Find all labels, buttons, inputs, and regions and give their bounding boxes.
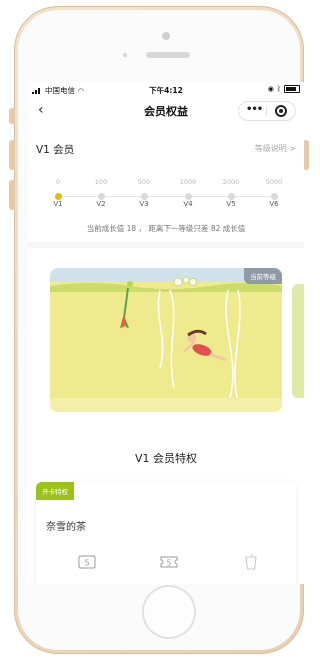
level-threshold: 100 [94,178,108,186]
level-name: V3 [139,200,149,208]
more-dots-icon[interactable]: ••• [246,104,263,115]
level-threshold: 2000 [222,178,240,186]
volume-up-button [9,140,15,170]
open-card-badge: 开卡特权 [36,482,74,500]
level-marker: 2000 V5 [211,178,251,208]
navigation-bar: ‹ 会员权益 ••• [28,98,304,122]
level-marker: 100 V2 [81,178,121,208]
level-progress: 0 V1 100 V2 500 V3 1000 V4 2000 V5 5000 V6 [28,178,304,218]
home-button[interactable] [142,585,196,639]
location-icon: ◉ [267,85,274,93]
level-name: V5 [226,200,236,208]
level-name: V6 [269,200,279,208]
app-screen: 中国电信 ◠ 下午4:12 ◉ ᛒ ‹ 会员权益 ••• V1 会员 等级说明 … [28,82,304,584]
member-level-title: V1 会员 [36,144,75,156]
level-threshold: 1000 [179,178,197,186]
front-camera [162,32,170,40]
svg-text:5: 5 [167,559,172,568]
level-marker: 0 V1 [38,178,78,208]
voucher-5-icon[interactable]: 5 [160,554,178,570]
earpiece-speaker [146,52,190,58]
current-level-tag: 当前等级 [244,268,282,284]
record-circle-icon[interactable] [275,105,287,117]
cup-icon[interactable] [242,554,260,570]
status-time: 下午4:12 [149,86,183,95]
mini-program-capsule: ••• [238,101,296,121]
next-level-card-preview[interactable] [292,284,304,398]
level-marker: 5000 V6 [254,178,294,208]
bluetooth-icon: ᛒ [276,85,281,93]
growth-text: 当前成长值 18 ， 距离下一等级只差 82 成长值 [86,224,246,233]
battery-icon [284,85,300,93]
level-marker: 1000 V4 [168,178,208,208]
level-threshold: 500 [137,178,151,186]
mute-switch [9,108,15,124]
level-threshold: 5000 [265,178,283,186]
svg-text:5: 5 [84,559,89,568]
open-card-privileges: 开卡特权 奈雪的茶 5 5 [36,482,296,584]
level-name: V2 [96,200,106,208]
sensor-dot [123,53,127,57]
swimmer-illustration [50,268,282,412]
status-bar: 中国电信 ◠ 下午4:12 ◉ ᛒ [28,82,304,98]
volume-down-button [9,180,15,210]
privileges-title: V1 会员特权 [134,452,198,465]
level-card[interactable]: 当前等级 [50,268,282,412]
coupon-5-icon[interactable]: 5 [78,554,96,570]
level-threshold: 0 [55,178,61,186]
level-name: V4 [183,200,193,208]
level-name: V1 [53,200,63,208]
capsule-divider [266,106,267,116]
brand-name: 奈雪的茶 [46,522,86,533]
level-explanation-link[interactable]: 等级说明 > [255,143,296,154]
level-marker: 500 V3 [124,178,164,208]
section-divider [28,242,304,248]
